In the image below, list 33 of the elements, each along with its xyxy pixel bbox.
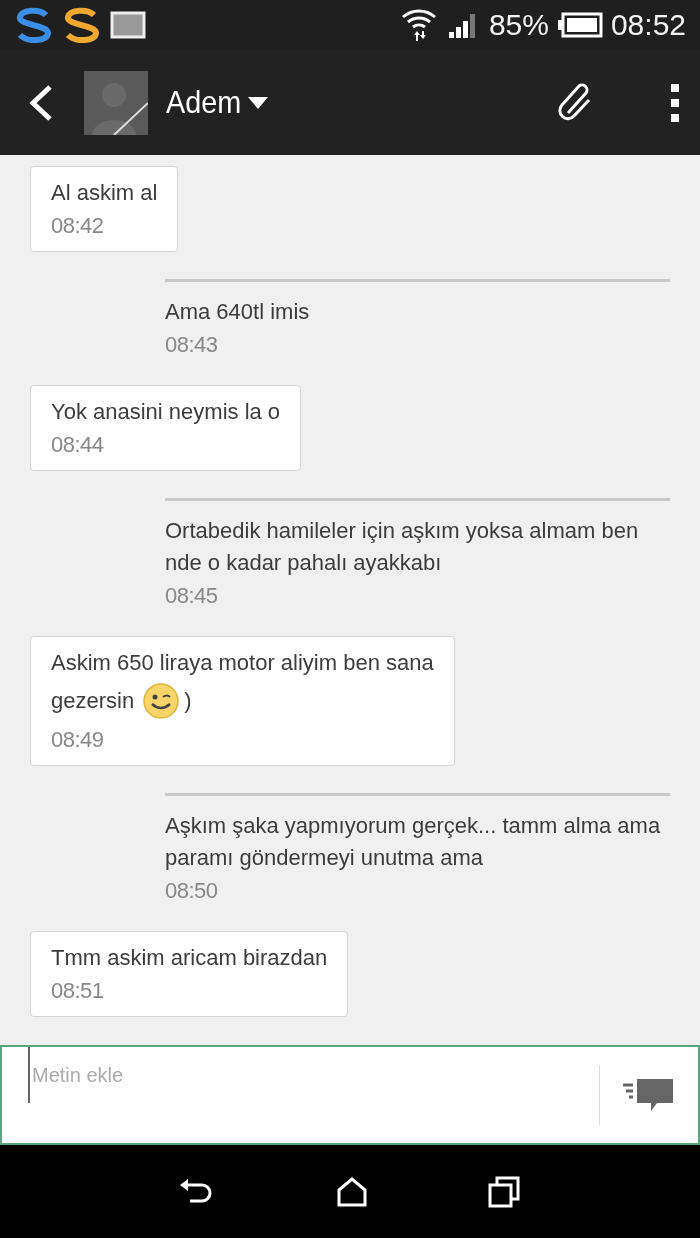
message-time: 08:50: [165, 878, 219, 904]
message-time: 08:42: [51, 213, 105, 239]
avatar[interactable]: [84, 70, 148, 135]
recent-apps-icon[interactable]: [488, 1175, 520, 1208]
message-time: 08:49: [51, 727, 105, 753]
message-text: Ortabedik hamileler için aşkım yoksa almam ben nde o kadar pahalı ayakkabı: [165, 517, 640, 577]
message-time: 08:45: [165, 583, 219, 609]
message-text: Aşkım şaka yapmıyorum gerçek... tamm alma ama paramı göndermeyi unutma ama: [165, 812, 662, 872]
winking-face-icon: [142, 682, 181, 720]
home-icon[interactable]: [336, 1175, 368, 1208]
message-text: Askim 650 liraya motor aliyim ben sana: [51, 649, 434, 677]
app-icon: [62, 7, 102, 43]
clock: 08:52: [610, 8, 686, 42]
caret-icon[interactable]: [247, 96, 268, 109]
message-text: Tmm askim aricam birazdan: [51, 944, 328, 972]
message-text: gezersin: [51, 687, 135, 715]
battery-icon: [556, 12, 603, 38]
back-icon[interactable]: [28, 83, 54, 122]
send-icon[interactable]: [623, 1077, 675, 1113]
message-time: 08:51: [51, 978, 105, 1004]
message-composer[interactable]: Metin ekle: [0, 1045, 700, 1145]
menu-icon[interactable]: [670, 82, 680, 123]
image-icon: [110, 11, 146, 39]
battery-level: 85%: [488, 8, 549, 42]
message-text: ): [184, 687, 192, 715]
message-text: Yok anasini neymis la o: [51, 398, 281, 426]
message-field[interactable]: Metin ekle: [28, 1047, 599, 1103]
contact-name[interactable]: Adem: [166, 84, 242, 121]
message-text: Al askim al: [51, 179, 158, 207]
message-time: 08:43: [165, 332, 219, 358]
message-text: Ama 640tl imis: [165, 298, 311, 326]
message-time: 08:44: [51, 432, 105, 458]
app-icon: [14, 7, 54, 43]
